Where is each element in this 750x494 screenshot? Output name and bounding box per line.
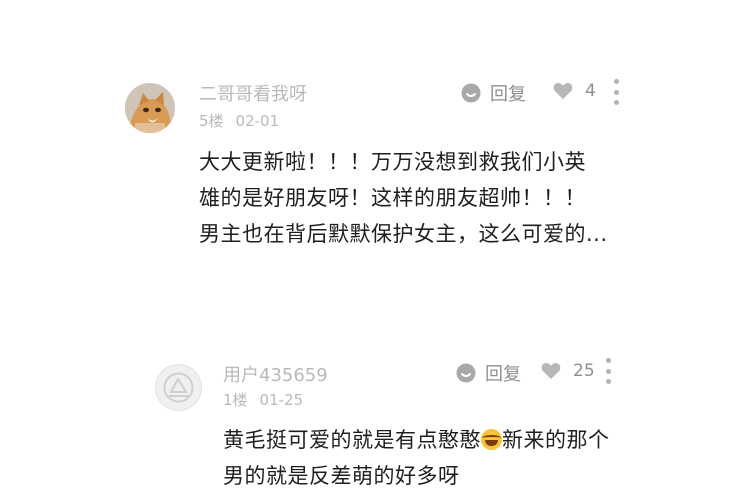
cat-avatar-image (125, 83, 175, 133)
like-button[interactable]: 4 (553, 81, 596, 101)
comment-text-segment: 新来的那个 (502, 428, 610, 452)
like-count: 25 (573, 361, 595, 381)
more-dot (613, 79, 619, 84)
more-dot (605, 379, 611, 384)
reply-button[interactable]: 回复 (456, 360, 521, 386)
avatar[interactable] (155, 364, 202, 411)
comment-line: 大大更新啦！！！万万没想到救我们小英 (199, 150, 586, 174)
comment-line: 黄毛挺可爱的就是有点憨憨 新来的那个 (223, 422, 610, 458)
comment-meta: 1楼 01-25 (223, 389, 303, 410)
comment-line: 男主也在背后默默保护女主，这么可爱的... (199, 222, 608, 246)
default-avatar-icon (163, 372, 194, 403)
more-options-button[interactable] (611, 79, 621, 105)
avatar[interactable] (125, 83, 175, 133)
floor-number: 5楼 (199, 112, 224, 130)
laughing-emoji (481, 429, 502, 450)
heart-icon (541, 362, 561, 380)
comment-item: 二哥哥看我呀 5楼 02-01 回复 4 大大更新啦！！！万万没想到救我们小英 雄… (0, 0, 750, 330)
like-count: 4 (585, 81, 596, 101)
username[interactable]: 二哥哥看我呀 (199, 80, 307, 106)
more-dot (613, 100, 619, 105)
comment-text: 黄毛挺可爱的就是有点憨憨 新来的那个 男的就是反差萌的好多呀 (223, 422, 610, 494)
comment-text-segment: 黄毛挺可爱的就是有点憨憨 (223, 428, 481, 452)
more-dot (605, 358, 611, 363)
comment-line: 雄的是好朋友呀！这样的朋友超帅！！！ (199, 186, 586, 210)
more-options-button[interactable] (603, 358, 613, 384)
reply-bubble-icon (461, 83, 481, 103)
comment-line: 男的就是反差萌的好多呀 (223, 464, 460, 488)
like-button[interactable]: 25 (541, 361, 595, 381)
heart-icon (553, 82, 573, 100)
floor-number: 1楼 (223, 391, 248, 409)
more-dot (613, 89, 619, 95)
reply-button[interactable]: 回复 (461, 80, 526, 106)
comment-item: 用户435659 1楼 01-25 回复 25 黄毛挺可爱的就是有点憨憨 新来的那个… (0, 330, 750, 488)
username[interactable]: 用户435659 (223, 361, 328, 387)
more-dot (605, 368, 611, 374)
comment-date: 01-25 (259, 391, 304, 409)
comment-meta: 5楼 02-01 (199, 110, 279, 131)
comment-date: 02-01 (235, 112, 280, 130)
reply-label: 回复 (490, 84, 526, 105)
reply-label: 回复 (485, 364, 521, 385)
reply-bubble-icon (456, 363, 476, 383)
comment-text: 大大更新啦！！！万万没想到救我们小英 雄的是好朋友呀！这样的朋友超帅！！！ 男主… (199, 144, 608, 252)
